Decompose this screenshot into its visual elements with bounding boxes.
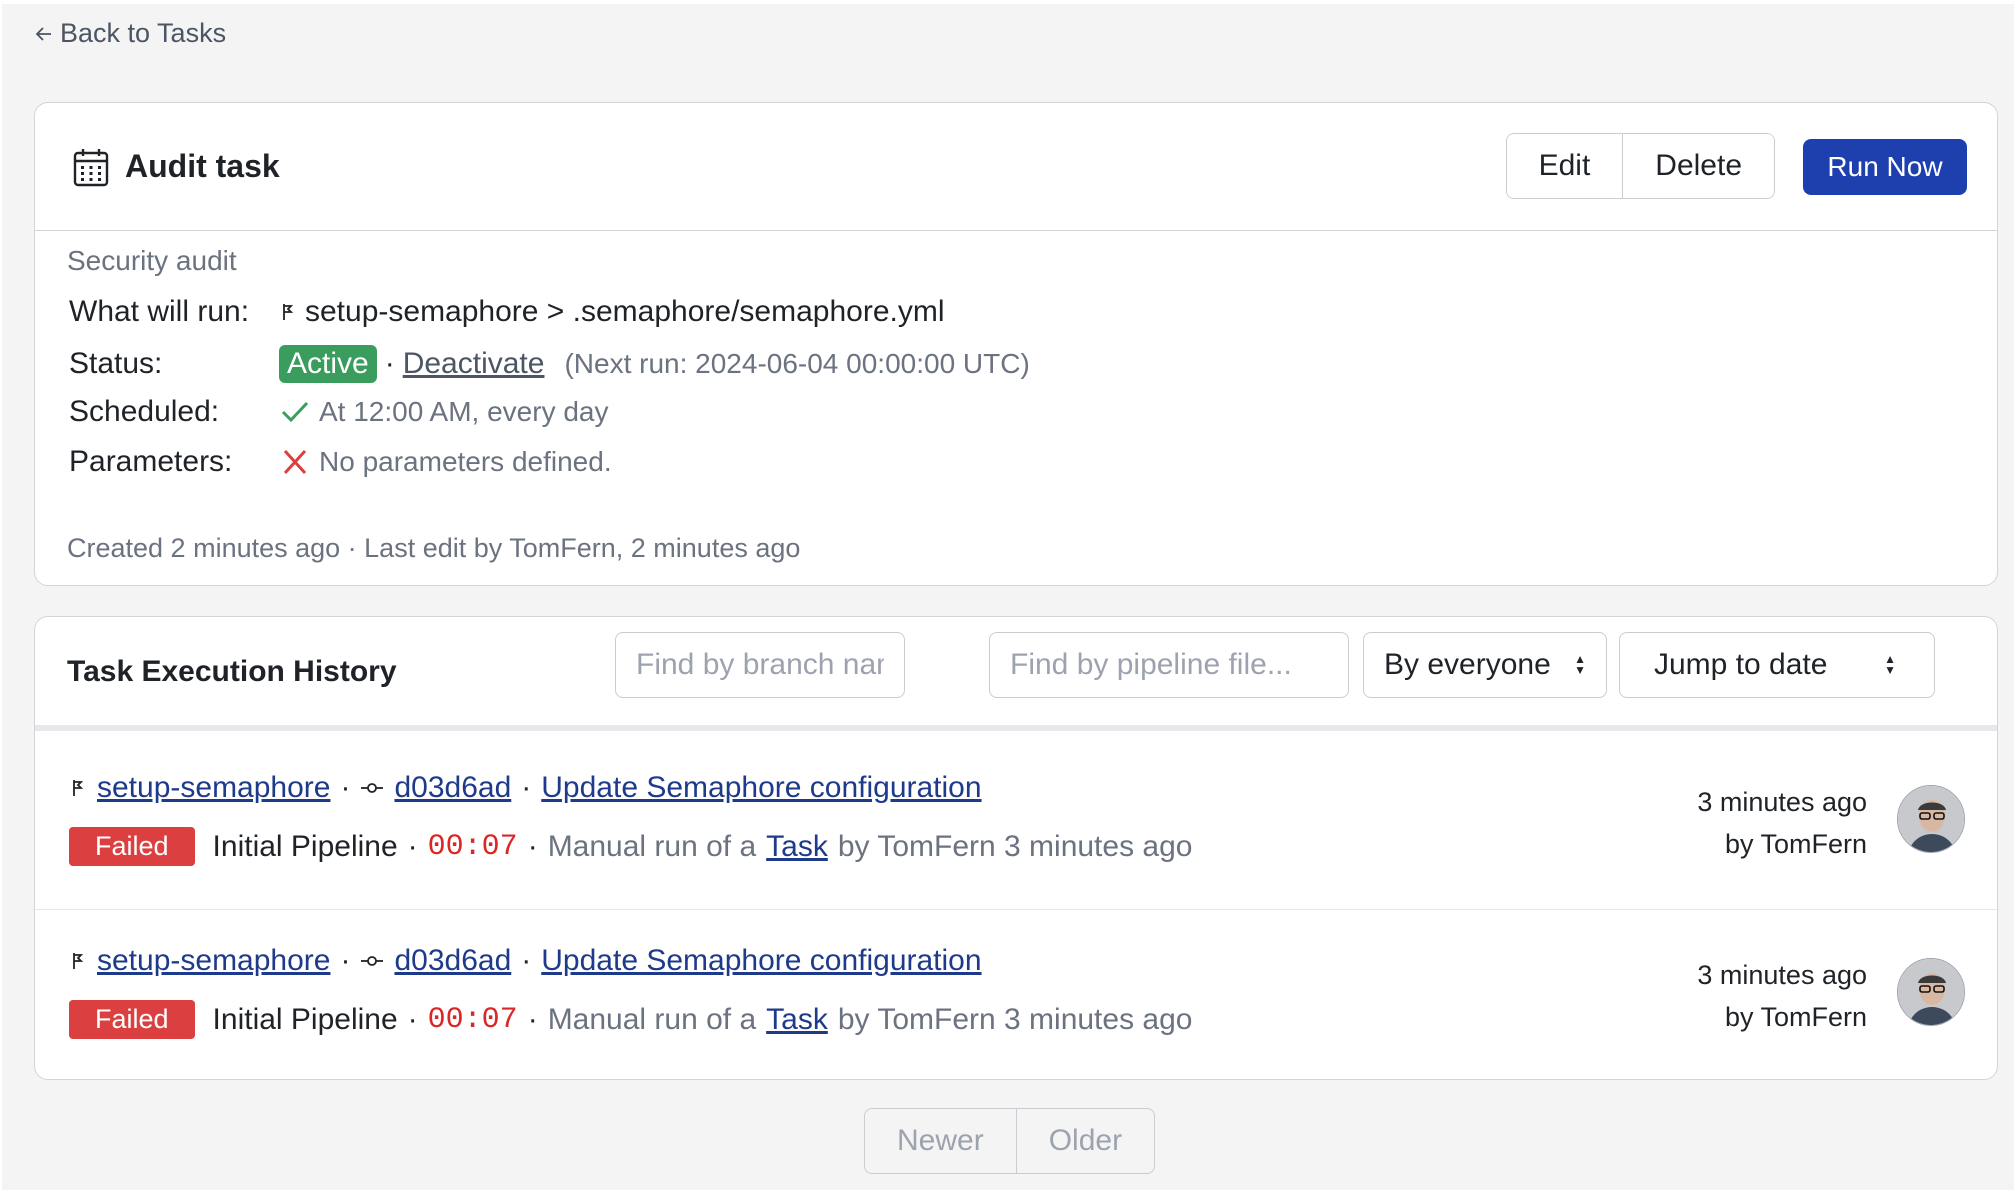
status-active-badge: Active: [279, 345, 377, 383]
run-row: setup-semaphore · d03d6ad · Update Semap…: [35, 909, 1997, 1081]
run-branch-link[interactable]: setup-semaphore: [97, 944, 330, 978]
calendar-icon: [73, 148, 109, 186]
task-details: Security audit What will run: setup-sema…: [35, 231, 1997, 587]
newer-button[interactable]: Newer: [865, 1109, 1016, 1173]
back-link-label: Back to Tasks: [60, 18, 227, 48]
trigger-suffix: by TomFern 3 minutes ago: [837, 829, 1193, 863]
scheduled-row: Scheduled: At 12:00 AM, every day: [69, 395, 609, 429]
run-author: by TomFern: [1724, 1002, 1867, 1032]
user-avatar-icon: [1898, 959, 1964, 1025]
task-title: Audit task: [125, 148, 280, 184]
deactivate-link[interactable]: Deactivate: [403, 347, 545, 381]
user-filter-value: By everyone: [1384, 648, 1551, 681]
status-label: Status:: [69, 347, 163, 380]
run-time: 3 minutes ago by TomFern: [1697, 954, 1867, 1038]
chevron-updown-icon: ▲ ▼: [1574, 652, 1586, 677]
run-duration: 00:07: [427, 829, 518, 864]
pipeline-name: Initial Pipeline: [212, 829, 398, 863]
check-icon: [281, 401, 309, 423]
user-avatar-icon: [1898, 786, 1964, 852]
back-to-tasks-link[interactable]: Back to Tasks: [34, 18, 226, 49]
older-button[interactable]: Older: [1015, 1109, 1154, 1173]
delete-button[interactable]: Delete: [1622, 134, 1774, 198]
task-link[interactable]: Task: [766, 830, 828, 864]
run-message-link[interactable]: Update Semaphore configuration: [541, 771, 981, 805]
avatar: [1897, 958, 1965, 1026]
branch-icon: [73, 780, 84, 796]
what-will-run-row: What will run: setup-semaphore > .semaph…: [69, 295, 945, 329]
trigger-prefix: Manual run of a: [547, 1002, 757, 1036]
failed-badge: Failed: [69, 827, 195, 866]
history-header: Task Execution History By everyone ▲▼ Ju…: [35, 617, 1997, 731]
failed-badge: Failed: [69, 1000, 195, 1039]
run-time-ago: 3 minutes ago: [1697, 960, 1867, 990]
parameters-value: No parameters defined.: [319, 446, 612, 477]
run-branch-link[interactable]: setup-semaphore: [97, 771, 330, 805]
branch-icon: [73, 953, 84, 969]
edit-button[interactable]: Edit: [1506, 134, 1623, 198]
run-message-link[interactable]: Update Semaphore configuration: [541, 944, 981, 978]
run-duration: 00:07: [427, 1002, 518, 1037]
pipeline-search-input[interactable]: [989, 632, 1349, 698]
pagination: Newer Older: [864, 1108, 1156, 1174]
scheduled-value: At 12:00 AM, every day: [319, 396, 609, 427]
commit-icon: [361, 783, 384, 793]
commit-icon: [361, 956, 384, 966]
task-description: Security audit: [67, 245, 237, 276]
scheduled-label: Scheduled:: [69, 395, 220, 428]
task-meta: Created 2 minutes ago · Last edit by Tom…: [67, 533, 801, 563]
parameters-label: Parameters:: [69, 445, 233, 478]
status-row: Status: Active · Deactivate (Next run: 2…: [69, 345, 1030, 383]
task-header: Audit task Edit Delete Run Now: [35, 103, 1997, 231]
jump-date-value: Jump to date: [1654, 648, 1828, 681]
trigger-suffix: by TomFern 3 minutes ago: [837, 1002, 1193, 1036]
run-time-ago: 3 minutes ago: [1697, 787, 1867, 817]
chevron-updown-icon: ▲ ▼: [1884, 652, 1896, 677]
parameters-row: Parameters: No parameters defined.: [69, 445, 612, 479]
user-filter-select[interactable]: By everyone ▲ ▼: [1363, 632, 1607, 698]
run-row: setup-semaphore · d03d6ad · Update Semap…: [35, 737, 1997, 909]
branch-search-input[interactable]: [615, 632, 905, 698]
what-value: setup-semaphore > .semaphore/semaphore.y…: [305, 295, 945, 328]
task-link[interactable]: Task: [766, 1003, 828, 1037]
run-now-button[interactable]: Run Now: [1803, 139, 1967, 195]
branch-icon: [283, 304, 294, 320]
run-commit-link[interactable]: d03d6ad: [394, 944, 511, 978]
pipeline-name: Initial Pipeline: [212, 1002, 398, 1036]
run-time: 3 minutes ago by TomFern: [1697, 781, 1867, 865]
task-action-group: Edit Delete: [1505, 133, 1775, 199]
task-card: Audit task Edit Delete Run Now Security …: [34, 102, 1998, 586]
history-title: Task Execution History: [67, 655, 397, 688]
page-frame: Back to Tasks Audit task Edit Delete Run…: [2, 4, 2014, 1190]
next-run: (Next run: 2024-06-04 00:00:00 UTC): [564, 348, 1030, 379]
avatar: [1897, 785, 1965, 853]
jump-date-select[interactable]: Jump to date ▲ ▼: [1619, 632, 1935, 698]
run-author: by TomFern: [1724, 829, 1867, 859]
arrow-left-icon: [35, 26, 51, 41]
what-label: What will run:: [69, 295, 250, 328]
trigger-prefix: Manual run of a: [547, 829, 757, 863]
history-card: Task Execution History By everyone ▲▼ Ju…: [34, 616, 1998, 1080]
x-icon: [283, 449, 307, 475]
run-commit-link[interactable]: d03d6ad: [394, 771, 511, 805]
